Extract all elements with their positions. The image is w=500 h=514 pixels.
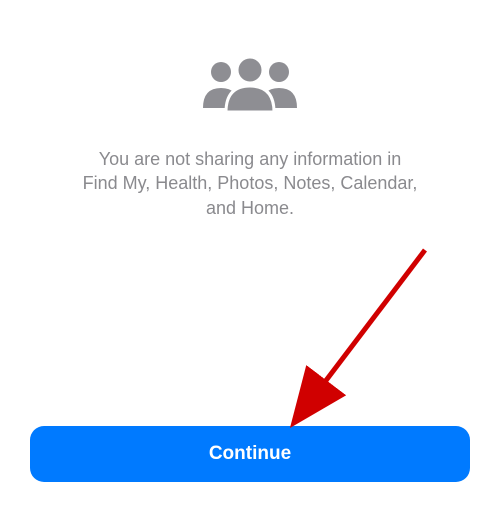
people-icon xyxy=(190,48,310,123)
continue-button[interactable]: Continue xyxy=(30,426,470,482)
continue-button-label: Continue xyxy=(209,443,291,465)
sharing-info-panel: You are not sharing any information in F… xyxy=(0,0,500,220)
sharing-status-message: You are not sharing any information in F… xyxy=(50,147,450,220)
